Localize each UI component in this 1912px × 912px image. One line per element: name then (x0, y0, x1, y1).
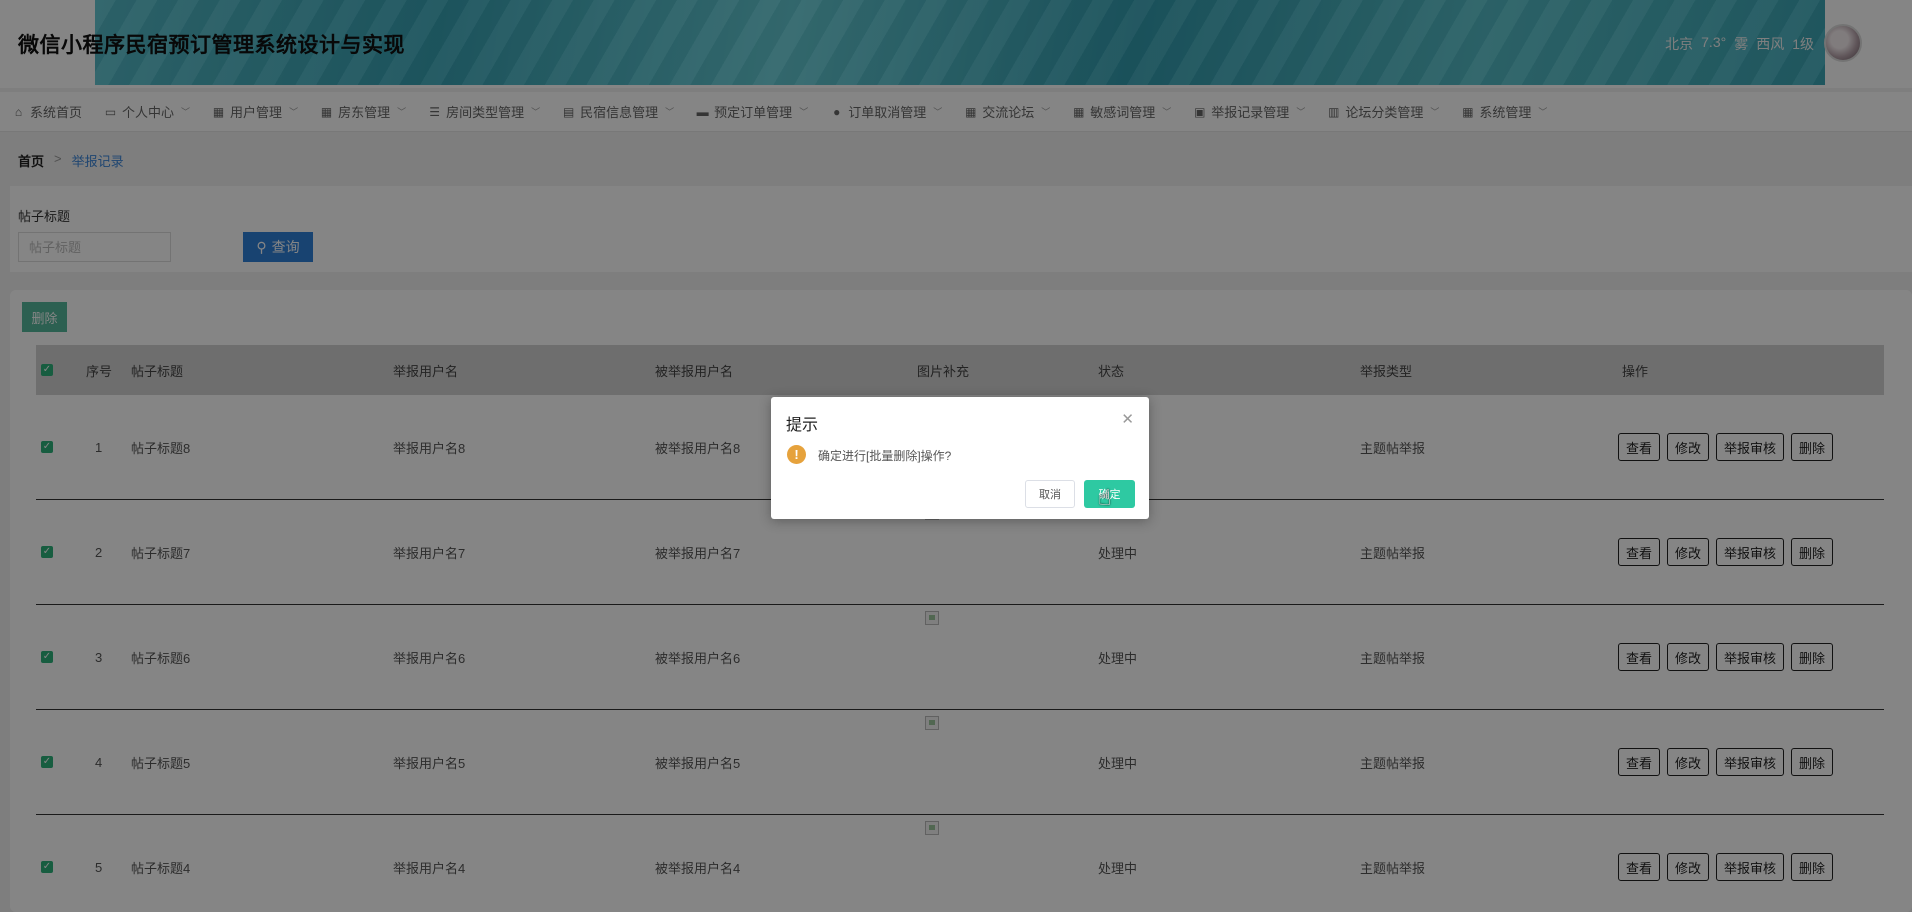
warning-icon: ! (787, 445, 806, 464)
dialog-message: 确定进行[批量删除]操作? (818, 449, 952, 463)
confirm-dialog: 提示 ✕ ! 确定进行[批量删除]操作? 取消 确定 (771, 397, 1149, 519)
app-root: 微信小程序民宿预订管理系统设计与实现 北京 7.3° 雾 西风 1级 ⌂ 系统首… (0, 0, 1912, 912)
dialog-title: 提示 (786, 417, 819, 434)
hand-pointer-icon: ☝ (1098, 485, 1112, 510)
close-icon[interactable]: ✕ (1121, 410, 1134, 428)
cancel-button[interactable]: 取消 (1025, 480, 1075, 508)
